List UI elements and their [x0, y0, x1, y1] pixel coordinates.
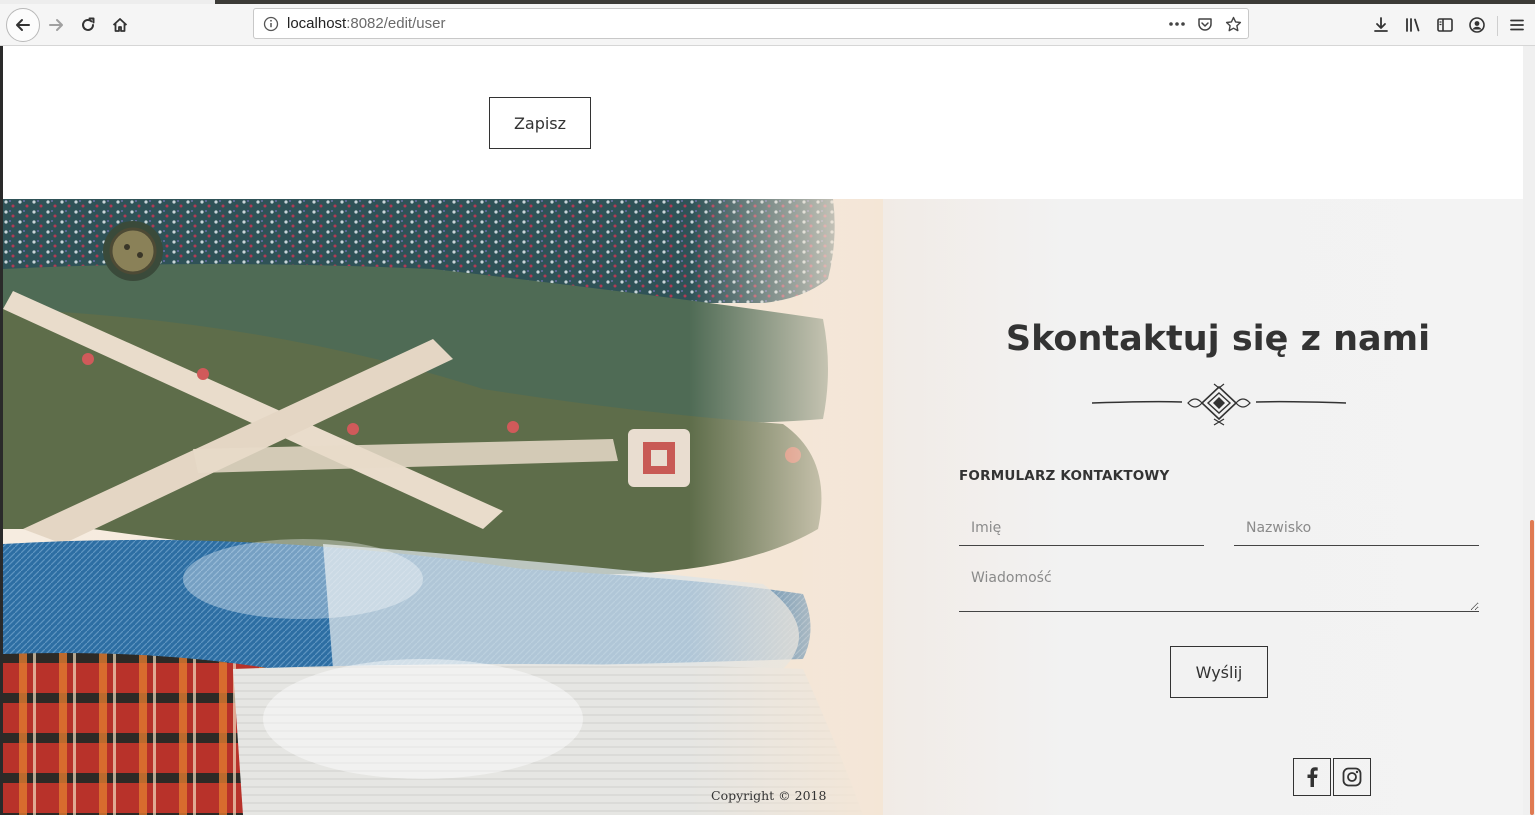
toolbar-separator — [1497, 16, 1498, 36]
ornament-divider — [1092, 383, 1346, 426]
menu-button[interactable] — [1504, 12, 1530, 38]
home-button[interactable] — [108, 12, 132, 38]
forward-icon — [49, 19, 63, 31]
address-bar[interactable]: localhost:8082/edit/user — [253, 8, 1249, 39]
browser-toolbar: localhost:8082/edit/user — [0, 4, 1535, 46]
download-icon[interactable] — [1368, 12, 1394, 38]
contact-form-label: FORMULARZ KONTAKTOWY — [959, 468, 1170, 484]
info-icon[interactable] — [262, 15, 280, 33]
back-icon — [16, 19, 30, 31]
browser-right-tools — [1368, 12, 1496, 38]
bookmark-star-icon[interactable] — [1224, 15, 1242, 33]
contact-title: Skontaktuj się z nami — [1005, 319, 1431, 359]
facebook-link[interactable] — [1293, 758, 1331, 796]
url-host: localhost — [287, 15, 347, 32]
back-button[interactable] — [6, 8, 40, 42]
page-viewport: Zapisz Skontaktuj się z nami FORMULARZ K… — [3, 46, 1523, 815]
scrollbar-thumb[interactable] — [1530, 520, 1534, 815]
contact-section: Skontaktuj się z nami FORMULARZ KONTAKTO… — [3, 199, 1523, 815]
first-name-input[interactable] — [959, 511, 1204, 546]
reload-icon — [82, 17, 95, 31]
last-name-input[interactable] — [1234, 511, 1479, 546]
library-icon[interactable] — [1400, 12, 1426, 38]
facebook-icon — [1307, 767, 1318, 787]
send-button[interactable]: Wyślij — [1170, 646, 1268, 698]
sweaters-photo — [3, 199, 883, 815]
url-path: :8082/edit/user — [346, 15, 446, 32]
message-textarea[interactable] — [959, 562, 1479, 612]
pocket-icon[interactable] — [1196, 15, 1214, 33]
save-button[interactable]: Zapisz — [489, 97, 591, 149]
more-icon[interactable] — [1168, 15, 1186, 33]
url-actions — [1168, 13, 1242, 35]
copyright-text: Copyright © 2018 — [711, 788, 827, 803]
instagram-icon — [1342, 767, 1362, 787]
account-icon[interactable] — [1464, 12, 1490, 38]
home-icon — [112, 18, 128, 32]
forward-button[interactable] — [44, 12, 68, 38]
reload-button[interactable] — [76, 12, 100, 38]
url-text[interactable]: localhost:8082/edit/user — [287, 15, 445, 32]
sidebar-icon[interactable] — [1432, 12, 1458, 38]
menu-icon — [1510, 19, 1524, 31]
instagram-link[interactable] — [1333, 758, 1371, 796]
